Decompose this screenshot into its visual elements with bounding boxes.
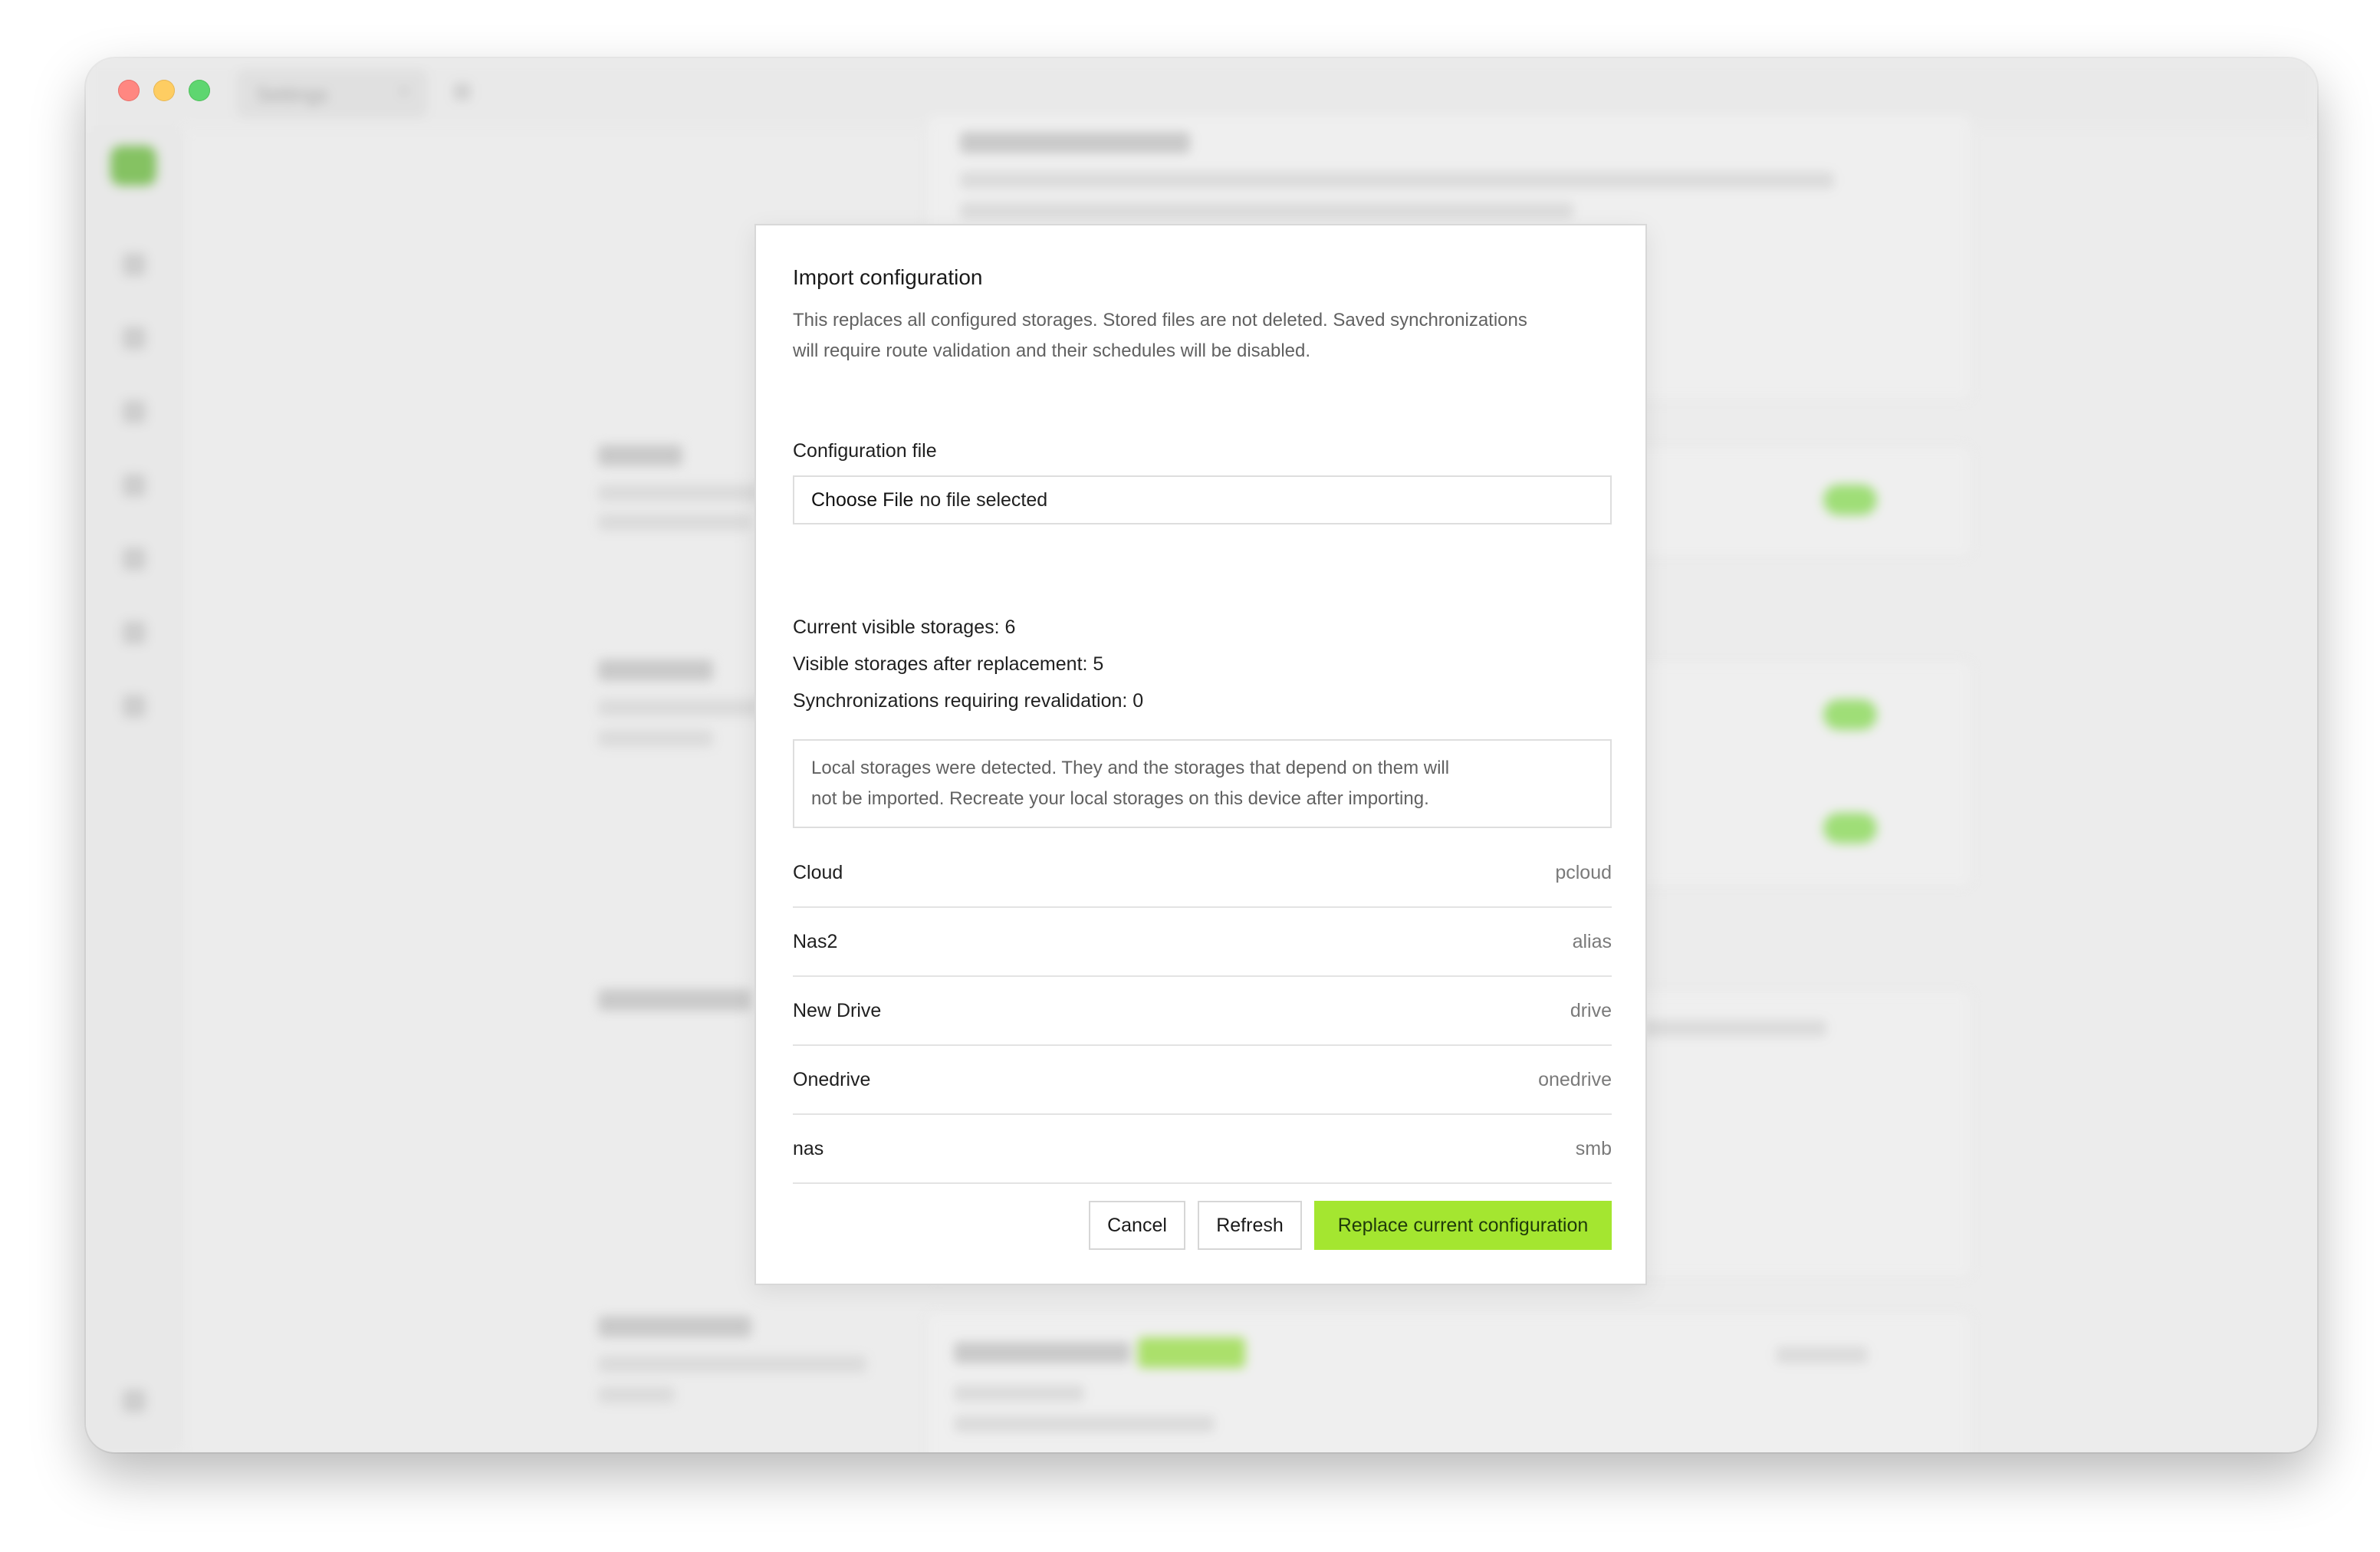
storage-row: Onedrive onedrive [793,1046,1612,1115]
dialog-description: This replaces all configured storages. S… [793,305,1606,367]
replace-configuration-button[interactable]: Replace current configuration [1314,1201,1612,1250]
storage-name: Cloud [793,861,843,883]
refresh-button[interactable]: Refresh [1198,1201,1302,1250]
configuration-file-label: Configuration file [793,440,937,462]
storage-name: Nas2 [793,930,838,952]
visible-storages-after: Visible storages after replacement: 5 [793,653,1104,675]
storage-type: drive [1570,999,1612,1021]
dialog-title: Import configuration [793,265,983,289]
storage-name: New Drive [793,999,882,1021]
storage-type: pcloud [1555,861,1612,883]
import-configuration-dialog: Import configuration This replaces all c… [754,224,1647,1285]
storage-row: Cloud pcloud [793,839,1612,908]
storage-type: onedrive [1538,1068,1612,1090]
local-storages-notice: Local storages were detected. They and t… [793,739,1612,828]
storage-type: alias [1572,930,1612,952]
storage-row: nas smb [793,1115,1612,1184]
app-window: Settings × ⊞ Import configuration This r… [86,58,2317,1452]
configuration-file-input[interactable]: Choose File no file selected [793,475,1612,524]
storage-name: nas [793,1137,824,1159]
storage-row: New Drive drive [793,977,1612,1046]
storage-type: smb [1575,1137,1612,1159]
current-visible-storages: Current visible storages: 6 [793,617,1016,638]
storage-row: Nas2 alias [793,908,1612,977]
syncs-requiring-revalidation: Synchronizations requiring revalidation:… [793,690,1144,712]
file-status-text: no file selected [919,488,1048,511]
notice-line: not be imported. Recreate your local sto… [811,788,1429,809]
choose-file-button[interactable]: Choose File [811,489,913,511]
cancel-button[interactable]: Cancel [1089,1201,1185,1250]
dialog-description-line: will require route validation and their … [793,340,1311,361]
notice-line: Local storages were detected. They and t… [811,758,1450,778]
dialog-description-line: This replaces all configured storages. S… [793,310,1527,330]
storage-name: Onedrive [793,1068,871,1090]
